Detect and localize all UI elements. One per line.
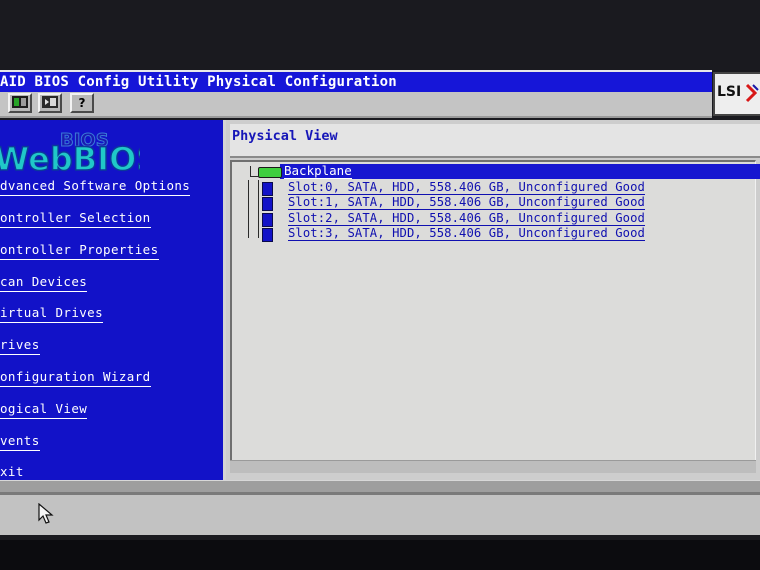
nav-item-drives[interactable]: rives [0, 337, 40, 355]
nav-item-advanced-software-options[interactable]: dvanced Software Options [0, 178, 191, 196]
exit-icon [42, 96, 58, 108]
mouse-pointer-icon [38, 503, 54, 524]
content-header: Physical View [230, 124, 760, 158]
hard-drive-icon [262, 228, 273, 242]
svg-text:WebBIOS: WebBIOS [0, 140, 140, 178]
exit-button[interactable] [38, 93, 62, 113]
lsi-logo-mark-icon [745, 83, 759, 103]
title-bar: AID BIOS Config Utility Physical Configu… [0, 70, 712, 94]
nav-item-controller-selection[interactable]: ontroller Selection [0, 210, 151, 228]
backplane-node[interactable]: Backplane [284, 163, 352, 179]
tree-connector [248, 180, 249, 238]
nav-item-logical-view[interactable]: ogical View [0, 401, 88, 419]
home-icon [12, 96, 28, 108]
webbios-logo: BIOS WebBIOS [0, 130, 140, 179]
nav-item-scan-devices[interactable]: can Devices [0, 274, 88, 292]
content-pane: Physical View Backplane Slot:0, SATA, HD… [226, 120, 760, 480]
page-title: Physical View [232, 128, 338, 144]
window-title: AID BIOS Config Utility Physical Configu… [0, 74, 397, 90]
drive-slot-1[interactable]: Slot:1, SATA, HDD, 558.406 GB, Unconfigu… [288, 195, 645, 210]
backplane-icon [258, 167, 282, 178]
hard-drive-icon [262, 197, 273, 211]
physical-view-tree: Backplane Slot:0, SATA, HDD, 558.406 GB,… [230, 160, 760, 460]
tree-connector [258, 180, 259, 238]
hard-drive-icon [262, 182, 273, 196]
bios-screen: AID BIOS Config Utility Physical Configu… [0, 0, 760, 540]
help-icon: ? [78, 96, 86, 110]
nav-item-virtual-drives[interactable]: irtual Drives [0, 305, 104, 323]
nav-item-controller-properties[interactable]: ontroller Properties [0, 242, 159, 260]
help-button[interactable]: ? [70, 93, 94, 113]
nav-item-events[interactable]: vents [0, 433, 40, 451]
drive-slot-2[interactable]: Slot:2, SATA, HDD, 558.406 GB, Unconfigu… [288, 211, 645, 226]
navigation-pane: BIOS WebBIOS dvanced Software Options on… [0, 120, 226, 482]
backplane-row-highlight[interactable] [280, 164, 760, 179]
hard-drive-icon [262, 213, 273, 227]
drive-slot-0[interactable]: Slot:0, SATA, HDD, 558.406 GB, Unconfigu… [288, 180, 645, 195]
lsi-logo: LSI [713, 72, 760, 116]
lsi-logo-text: LSI [717, 84, 742, 100]
horizontal-scrollbar[interactable] [230, 460, 756, 473]
toolbar: ? [0, 92, 712, 118]
bottom-panel [0, 492, 760, 535]
drive-slot-3[interactable]: Slot:3, SATA, HDD, 558.406 GB, Unconfigu… [288, 226, 645, 241]
tree-connector [250, 166, 251, 176]
home-button[interactable] [8, 93, 32, 113]
tree-connector [250, 176, 258, 177]
monitor-bezel-logo [330, 554, 410, 568]
nav-item-configuration-wizard[interactable]: onfiguration Wizard [0, 369, 151, 387]
